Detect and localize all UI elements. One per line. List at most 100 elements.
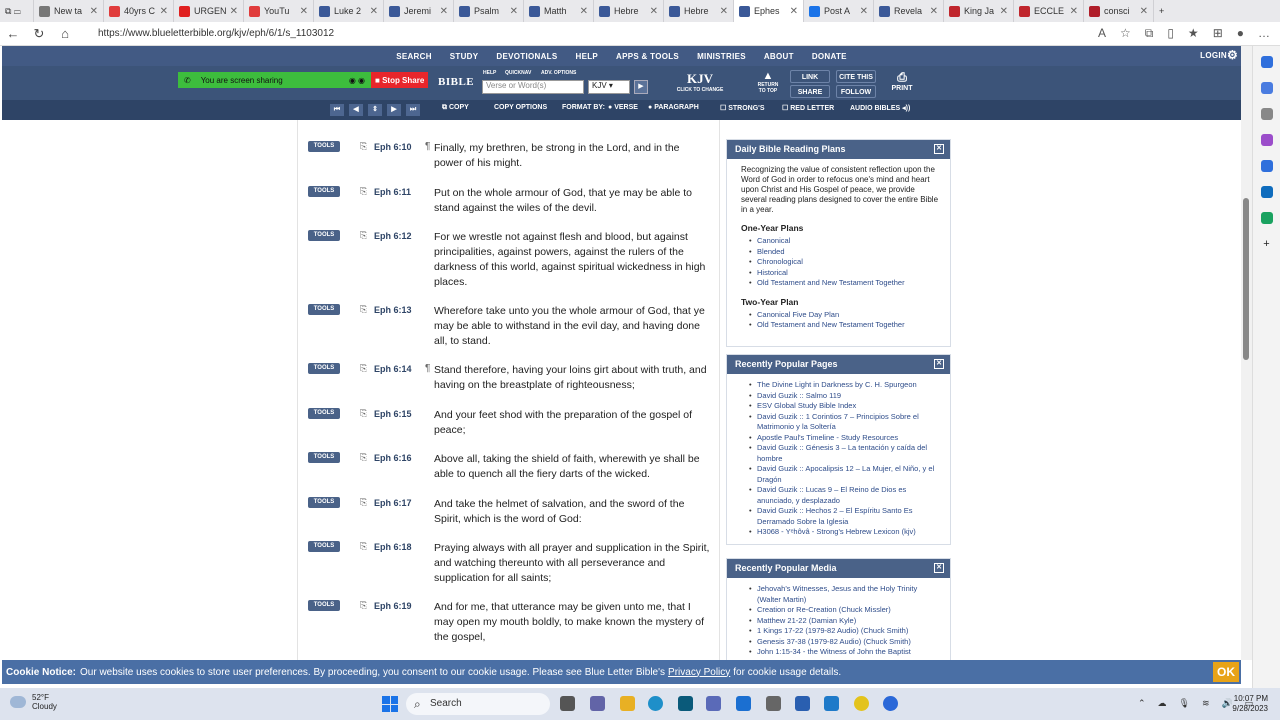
verse-reference[interactable]: Eph 6:13 xyxy=(374,305,412,315)
new-tab-icon[interactable]: + xyxy=(1154,0,1169,22)
tab-close-icon[interactable]: ✕ xyxy=(580,6,588,17)
tools-button[interactable]: TOOLS xyxy=(308,141,340,152)
list-item-link[interactable]: Matthew 21-22 (Damian Kyle) xyxy=(749,616,940,627)
tab-close-icon[interactable]: ✕ xyxy=(510,6,518,17)
add-icon[interactable]: + xyxy=(1263,238,1269,250)
browser-tab[interactable]: Post A ✕ xyxy=(804,0,874,22)
version-select[interactable]: KJV ▾ xyxy=(588,80,630,94)
tab-close-icon[interactable]: ✕ xyxy=(300,6,308,17)
close-icon[interactable]: ✕ xyxy=(934,563,944,573)
favorite-star-icon[interactable]: ☆ xyxy=(1120,26,1131,41)
copy-verse-icon[interactable]: ⎘ xyxy=(360,186,367,197)
tools-button[interactable]: TOOLS xyxy=(308,230,340,241)
verse-reference[interactable]: Eph 6:18 xyxy=(374,542,412,552)
copy-verse-icon[interactable]: ⎘ xyxy=(360,497,367,508)
browser-tab[interactable]: Ephes ✕ xyxy=(734,0,804,22)
tools-button[interactable]: TOOLS xyxy=(308,304,340,315)
close-icon[interactable]: ✕ xyxy=(934,359,944,369)
volume-icon[interactable]: 🔊 xyxy=(1222,698,1233,709)
copy-verse-icon[interactable]: ⎘ xyxy=(360,141,367,152)
mini-quicknav-link[interactable]: QUICKNAV xyxy=(505,70,531,76)
list-item-link[interactable]: David Guzik :: Apocalipsis 12 – La Mujer… xyxy=(749,464,940,485)
browser-tab[interactable]: YouTu ✕ xyxy=(244,0,314,22)
print-button[interactable]: ⎙ PRINT xyxy=(890,70,914,92)
back-icon[interactable]: ← xyxy=(0,26,26,41)
microphone-icon[interactable]: 🎙 xyxy=(1179,698,1190,709)
start-button[interactable] xyxy=(382,696,398,712)
verse-reference[interactable]: Eph 6:19 xyxy=(374,601,412,611)
tab-close-icon[interactable]: ✕ xyxy=(790,6,798,17)
privacy-policy-link[interactable]: Privacy Policy xyxy=(668,667,730,678)
page-scrollbar[interactable] xyxy=(1241,46,1252,660)
outlook-icon[interactable] xyxy=(1260,186,1273,198)
tab-close-icon[interactable]: ✕ xyxy=(90,6,98,17)
weather-widget[interactable]: 52°F Cloudy xyxy=(10,693,57,711)
norton-icon[interactable] xyxy=(854,696,869,711)
list-item-link[interactable]: Creation or Re-Creation (Chuck Missler) xyxy=(749,605,940,616)
version-switcher[interactable]: KJV CLICK TO CHANGE xyxy=(674,71,726,93)
list-item-link[interactable]: Genesis 37-38 (1979-82 Audio) (Chuck Smi… xyxy=(749,637,940,648)
clock[interactable]: 10:07 PM 9/28/2023 xyxy=(1232,694,1268,714)
list-item-link[interactable]: David Guzik :: Génesis 3 – La tentación … xyxy=(749,443,940,464)
list-item-link[interactable]: Canonical xyxy=(749,236,940,247)
browser-tab[interactable]: Hebre ✕ xyxy=(664,0,734,22)
list-item-link[interactable]: David Guzik :: 1 Corintios 7 – Principio… xyxy=(749,412,940,433)
paragraph-format-option[interactable]: ● PARAGRAPH xyxy=(648,104,699,111)
stop-share-button[interactable]: ■ Stop Share xyxy=(371,72,428,88)
list-item-link[interactable]: David Guzik :: Lucas 9 – El Reino de Dio… xyxy=(749,485,940,506)
nav-devotionals[interactable]: DEVOTIONALS xyxy=(496,52,557,61)
browser-tab[interactable]: consci ✕ xyxy=(1084,0,1154,22)
go-button[interactable]: ▶ xyxy=(634,80,648,94)
task-view-icon[interactable] xyxy=(560,696,575,711)
calculator-icon[interactable] xyxy=(795,696,810,711)
share-button[interactable]: SHARE xyxy=(790,85,830,98)
strongs-toggle[interactable]: ☐ STRONG'S xyxy=(720,104,765,112)
verse-reference[interactable]: Eph 6:10 xyxy=(374,142,412,152)
return-to-top-button[interactable]: ▲ RETURN TO TOP xyxy=(754,70,782,94)
list-item-link[interactable]: David Guzik :: Hechos 2 – El Espíritu Sa… xyxy=(749,506,940,527)
browser-tab[interactable]: Hebre ✕ xyxy=(594,0,664,22)
next-chapter-icon[interactable]: ▶ xyxy=(387,104,401,116)
collections-icon[interactable]: ⊞ xyxy=(1213,26,1223,41)
more-icon[interactable]: … xyxy=(1258,26,1270,41)
favorites-icon[interactable]: ★ xyxy=(1188,26,1199,41)
tools-button[interactable]: TOOLS xyxy=(308,452,340,463)
tab-close-icon[interactable]: ✕ xyxy=(1000,6,1008,17)
profile-icon[interactable]: ● xyxy=(1237,26,1244,41)
edge-icon[interactable] xyxy=(648,696,663,711)
verse-reference[interactable]: Eph 6:17 xyxy=(374,498,412,508)
last-chapter-icon[interactable]: ⏭ xyxy=(406,104,420,116)
browser-tab[interactable]: Revela ✕ xyxy=(874,0,944,22)
mini-help-link[interactable]: HELP xyxy=(483,70,496,76)
browser-tab[interactable]: URGEN ✕ xyxy=(174,0,244,22)
browser-tab[interactable]: 40yrs C ✕ xyxy=(104,0,174,22)
close-icon[interactable]: ✕ xyxy=(934,144,944,154)
copilot-icon[interactable] xyxy=(1260,56,1273,68)
list-item-link[interactable]: Historical xyxy=(749,268,940,279)
verse-reference[interactable]: Eph 6:14 xyxy=(374,364,412,374)
store-icon[interactable] xyxy=(678,696,693,711)
url-field[interactable]: https://www.blueletterbible.org/kjv/eph/… xyxy=(86,24,946,43)
list-item-link[interactable]: Blended xyxy=(749,247,940,258)
copy-verse-icon[interactable]: ⎘ xyxy=(360,230,367,241)
send-icon[interactable] xyxy=(1260,212,1273,224)
tab-close-icon[interactable]: ✕ xyxy=(1070,6,1078,17)
chat-icon[interactable] xyxy=(590,696,605,711)
tab-close-icon[interactable]: ✕ xyxy=(160,6,168,17)
prev-chapter-icon[interactable]: ◀ xyxy=(349,104,363,116)
browser-tab[interactable]: Psalm ✕ xyxy=(454,0,524,22)
tools-button[interactable]: TOOLS xyxy=(308,497,340,508)
login-link[interactable]: LOGIN xyxy=(1200,51,1227,60)
nav-ministries[interactable]: MINISTRIES xyxy=(697,52,746,61)
browser-tab[interactable]: Jeremi ✕ xyxy=(384,0,454,22)
extensions-icon[interactable]: ⧉ xyxy=(1145,26,1154,41)
tools-button[interactable]: TOOLS xyxy=(308,541,340,552)
scrollbar-thumb[interactable] xyxy=(1243,198,1249,360)
list-item-link[interactable]: Chronological xyxy=(749,257,940,268)
copy-verse-icon[interactable]: ⎘ xyxy=(360,541,367,552)
cite-button[interactable]: CITE THIS xyxy=(836,70,876,83)
copy-verse-icon[interactable]: ⎘ xyxy=(360,363,367,374)
mini-adv-options-link[interactable]: ADV. OPTIONS xyxy=(541,70,576,76)
chapter-menu-icon[interactable]: ⇕ xyxy=(368,104,382,116)
link-button[interactable]: LINK xyxy=(790,70,830,83)
